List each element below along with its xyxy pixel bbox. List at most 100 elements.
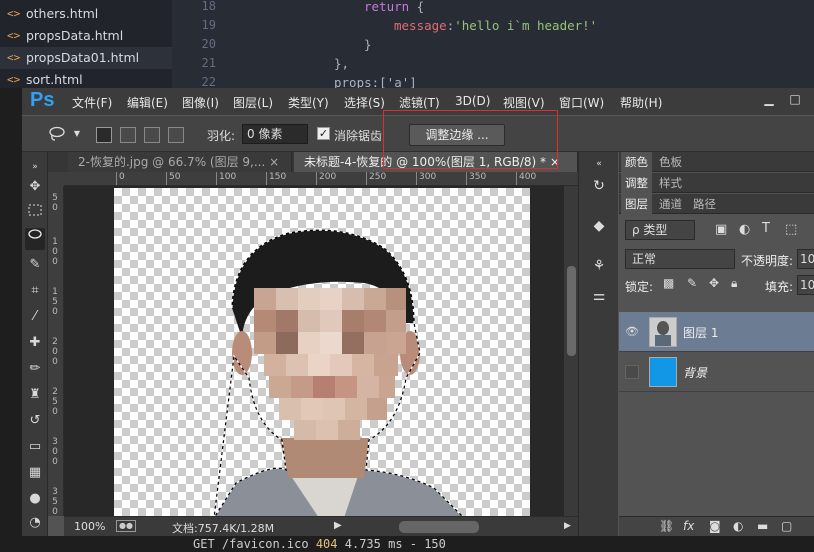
lock-transparent-icon[interactable]: ▩ xyxy=(663,276,674,290)
menu-view[interactable]: 视图(V) xyxy=(503,94,545,111)
layer-thumbnail xyxy=(649,317,677,347)
layer-row[interactable]: 👁︎ 图层 1 xyxy=(619,312,814,352)
eye-icon[interactable]: 👁︎ xyxy=(625,325,639,339)
file-label: propsData01.html xyxy=(26,50,140,65)
tab-document-2[interactable]: 2-恢复的.jpg @ 66.7% (图层 9,... × xyxy=(68,152,292,172)
minimize-button[interactable]: ▁ xyxy=(756,90,782,108)
lock-pixels-icon[interactable]: ✎ xyxy=(687,276,697,290)
lock-position-icon[interactable]: ✥ xyxy=(709,276,719,290)
feather-input[interactable]: 0 像素 xyxy=(242,124,308,144)
brush-tool-icon[interactable]: ✏ xyxy=(25,358,45,380)
scroll-right-icon[interactable]: ▶ xyxy=(564,521,571,531)
brush-panel-icon[interactable]: ⚘ xyxy=(589,256,609,276)
code-line: return { xyxy=(364,0,425,14)
annotation-highlight-box xyxy=(383,110,558,169)
lasso-tool-icon[interactable] xyxy=(25,228,45,250)
crop-tool-icon[interactable]: ⌗ xyxy=(25,280,45,302)
lasso-icon[interactable] xyxy=(48,125,66,143)
lock-all-icon[interactable]: 🔒︎ xyxy=(731,276,737,291)
subtract-selection-button[interactable] xyxy=(144,127,160,143)
marquee-tool-icon[interactable] xyxy=(25,202,45,224)
menu-select[interactable]: 选择(S) xyxy=(344,94,385,111)
tab-adjustments[interactable]: 调整 xyxy=(621,173,652,193)
menu-window[interactable]: 窗口(W) xyxy=(559,94,604,111)
quick-selection-tool-icon[interactable]: ✎ xyxy=(25,254,45,276)
file-item[interactable]: <> propsData01.html xyxy=(0,47,172,69)
clone-stamp-icon[interactable]: ♜ xyxy=(25,384,45,406)
vertical-scroll-thumb[interactable] xyxy=(567,266,576,356)
eyedropper-tool-icon[interactable]: ⁄ xyxy=(25,306,45,328)
proof-icon[interactable]: ●● xyxy=(116,520,136,532)
document-canvas[interactable] xyxy=(114,188,530,516)
layers-footer: ⛓ fx ◙ ◐ ▬ ▢ xyxy=(619,516,814,536)
layer-name[interactable]: 图层 1 xyxy=(683,324,718,341)
adjustment-filter-icon[interactable]: ◐ xyxy=(739,222,750,237)
eraser-tool-icon[interactable]: ▭ xyxy=(25,436,45,458)
maximize-button[interactable]: □ xyxy=(782,90,808,108)
new-selection-button[interactable] xyxy=(96,127,112,143)
tab-layers[interactable]: 图层 xyxy=(621,194,652,214)
add-mask-icon[interactable]: ◙ xyxy=(709,519,721,533)
horizontal-scroll-thumb[interactable] xyxy=(399,521,479,533)
collapse-icon[interactable]: « xyxy=(589,154,609,174)
blur-tool-icon[interactable]: ● xyxy=(25,488,45,510)
tab-channels[interactable]: 通道 xyxy=(655,194,686,214)
tab-styles[interactable]: 样式 xyxy=(655,173,686,193)
editor-file-tree: <> others.html <> propsData.html <> propsDa… xyxy=(0,0,172,88)
link-layers-icon[interactable]: ⛓ xyxy=(659,519,674,533)
feather-label: 羽化: xyxy=(207,129,236,143)
fill-input[interactable]: 10 xyxy=(797,275,814,295)
antialias-checkbox[interactable]: ✓ xyxy=(317,127,330,140)
status-menu-arrow-icon[interactable]: ▶ xyxy=(334,520,342,531)
shape-filter-icon[interactable]: ⬚ xyxy=(785,222,797,237)
menu-layer[interactable]: 图层(L) xyxy=(233,94,273,111)
gradient-tool-icon[interactable]: ▦ xyxy=(25,462,45,484)
menu-file[interactable]: 文件(F) xyxy=(72,94,112,111)
dodge-tool-icon[interactable]: ◔ xyxy=(25,512,45,534)
line-number: 21 xyxy=(201,56,216,70)
type-filter-icon[interactable]: T xyxy=(762,221,770,236)
adjustment-layer-icon[interactable]: ◐ xyxy=(733,519,743,533)
vertical-ruler[interactable]: 5 0 1 0 0 1 5 0 2 0 0 2 5 0 3 0 0 3 5 0 xyxy=(48,186,64,516)
move-tool-icon[interactable]: ✥ xyxy=(25,176,45,198)
line-number: 19 xyxy=(201,18,216,32)
opacity-input[interactable]: 10 xyxy=(797,249,814,269)
html-file-icon: <> xyxy=(7,29,21,42)
tab-color[interactable]: 颜色 xyxy=(621,152,652,172)
history-brush-icon[interactable]: ↺ xyxy=(25,410,45,432)
tab-swatches[interactable]: 色板 xyxy=(655,152,686,172)
layer-filter-select[interactable]: ρ 类型 xyxy=(625,220,695,240)
canvas-area[interactable] xyxy=(64,186,564,516)
menu-help[interactable]: 帮助(H) xyxy=(620,94,662,111)
tool-panel: » ✥ ✎ ⌗ ⁄ ✚ ✏ ♜ ↺ ▭ ▦ ● ◔ xyxy=(22,152,48,536)
properties-panel-icon[interactable]: ⚌ xyxy=(589,286,609,306)
intersect-selection-button[interactable] xyxy=(168,127,184,143)
blend-mode-select[interactable]: 正常 xyxy=(625,249,735,269)
image-filter-icon[interactable]: ▣ xyxy=(715,222,727,237)
new-layer-icon[interactable]: ▢ xyxy=(781,519,792,533)
menu-edit[interactable]: 编辑(E) xyxy=(127,94,168,111)
code-editor[interactable]: 18 19 20 21 22 return { message:'hello i… xyxy=(172,0,814,90)
collapse-icon[interactable]: » xyxy=(25,156,45,178)
history-panel-icon[interactable]: ↻ xyxy=(589,176,609,196)
group-folder-icon[interactable]: ▬ xyxy=(757,519,768,533)
visibility-toggle[interactable] xyxy=(625,365,639,379)
file-item[interactable]: <> propsData.html xyxy=(0,25,172,47)
add-selection-button[interactable] xyxy=(120,127,136,143)
chevron-down-icon[interactable]: ▼ xyxy=(68,125,86,143)
menu-filter[interactable]: 滤镜(T) xyxy=(399,94,440,111)
fx-icon[interactable]: fx xyxy=(683,519,694,533)
menu-type[interactable]: 类型(Y) xyxy=(288,94,329,111)
tab-paths[interactable]: 路径 xyxy=(689,194,720,214)
zoom-level[interactable]: 100% xyxy=(74,520,105,533)
file-item[interactable]: <> others.html xyxy=(0,3,172,25)
3d-panel-icon[interactable]: ◆ xyxy=(589,216,609,236)
healing-brush-icon[interactable]: ✚ xyxy=(25,332,45,354)
menu-image[interactable]: 图像(I) xyxy=(182,94,219,111)
layer-name[interactable]: 背景 xyxy=(683,364,707,381)
close-tab-icon[interactable]: × xyxy=(269,155,279,169)
horizontal-ruler[interactable]: 0 50 100 150 200 250 300 350 400 xyxy=(64,172,578,186)
menu-3d[interactable]: 3D(D) xyxy=(455,94,490,108)
layer-row[interactable]: 背景 xyxy=(619,352,814,392)
layer-thumbnail xyxy=(649,357,677,387)
